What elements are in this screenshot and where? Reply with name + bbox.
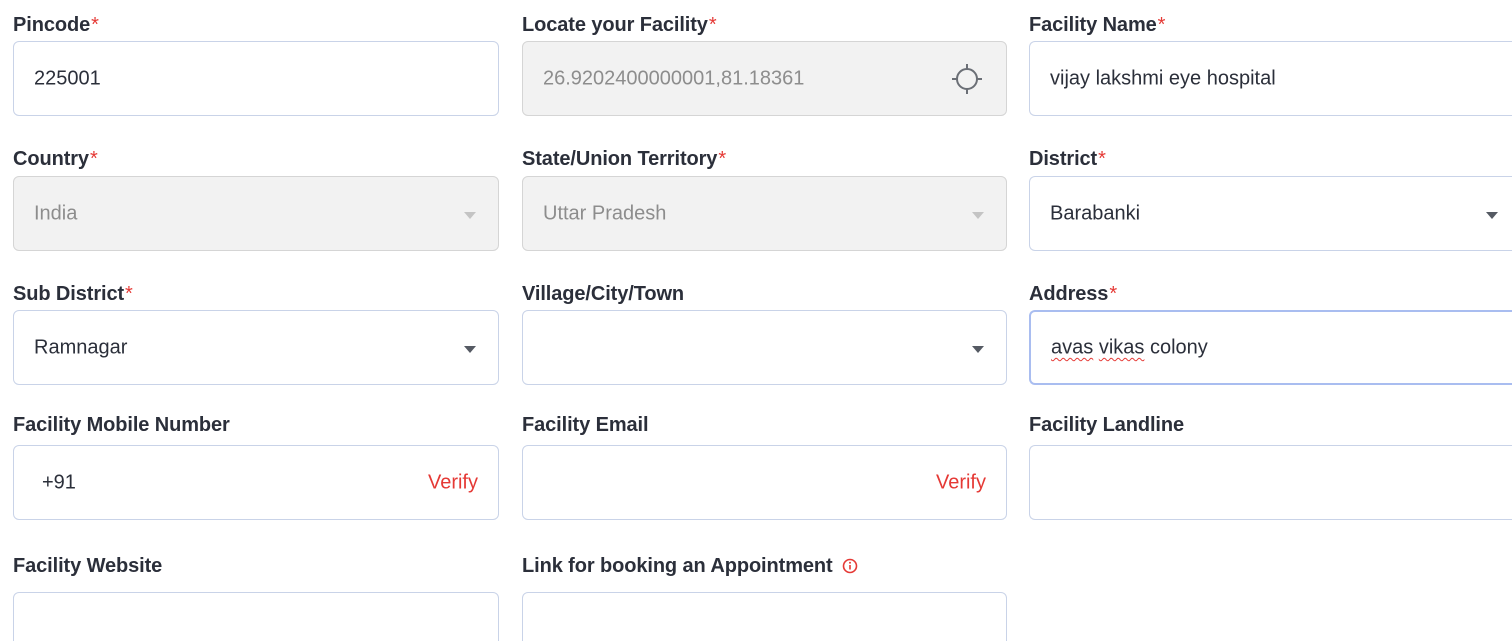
address-word-misspelled: avas bbox=[1051, 336, 1094, 358]
appointment-link-input[interactable] bbox=[522, 592, 1007, 641]
facility-name-value: vijay lakshmi eye hospital bbox=[1050, 67, 1276, 89]
email-label: Facility Email bbox=[522, 414, 649, 437]
facility-name-label-text: Facility Name bbox=[1029, 14, 1157, 36]
district-label: District* bbox=[1029, 148, 1106, 171]
sub-district-value: Ramnagar bbox=[34, 336, 128, 358]
sub-district-label: Sub District* bbox=[13, 283, 133, 306]
state-select[interactable]: Uttar Pradesh bbox=[522, 176, 1007, 251]
village-label-text: Village/City/Town bbox=[522, 283, 685, 305]
state-label: State/Union Territory* bbox=[522, 148, 726, 171]
facility-name-input[interactable]: vijay lakshmi eye hospital bbox=[1029, 41, 1512, 116]
crosshair-icon[interactable] bbox=[950, 62, 984, 96]
state-label-text: State/Union Territory bbox=[522, 148, 718, 170]
locate-facility-value: 26.9202400000001,81.18361 bbox=[543, 67, 805, 89]
email-label-text: Facility Email bbox=[522, 414, 649, 436]
required-mark: * bbox=[89, 148, 98, 170]
required-mark: * bbox=[1157, 14, 1166, 36]
required-mark: * bbox=[125, 283, 133, 305]
required-mark: * bbox=[718, 148, 727, 170]
pincode-input[interactable]: 225001 bbox=[13, 41, 499, 116]
website-label: Facility Website bbox=[13, 555, 162, 578]
country-select[interactable]: India bbox=[13, 176, 499, 251]
website-input[interactable] bbox=[13, 592, 499, 641]
pincode-label-text: Pincode bbox=[13, 14, 91, 36]
caret-down-icon bbox=[972, 345, 984, 353]
facility-details-form: Pincode* 225001 Locate your Facility* 26… bbox=[0, 0, 1512, 641]
address-word-misspelled: vikas bbox=[1098, 336, 1145, 358]
address-word: colony bbox=[1149, 336, 1208, 358]
mobile-input[interactable]: +91 Verify bbox=[13, 445, 499, 520]
pincode-value: 225001 bbox=[34, 67, 101, 89]
caret-down-icon bbox=[1486, 211, 1498, 219]
pincode-label: Pincode* bbox=[13, 14, 99, 37]
required-mark: * bbox=[1109, 283, 1118, 305]
address-label-text: Address bbox=[1029, 283, 1109, 305]
appointment-label: Link for booking an Appointment bbox=[522, 555, 858, 578]
country-label: Country* bbox=[13, 148, 98, 171]
mobile-label-text: Facility Mobile Number bbox=[13, 414, 230, 436]
sub-district-select[interactable]: Ramnagar bbox=[13, 310, 499, 385]
appointment-label-text: Link for booking an Appointment bbox=[522, 555, 833, 577]
landline-input[interactable] bbox=[1029, 445, 1512, 520]
country-value: India bbox=[34, 202, 78, 224]
landline-label-text: Facility Landline bbox=[1029, 414, 1184, 436]
address-input[interactable]: avas vikas colony bbox=[1029, 310, 1512, 385]
caret-down-icon bbox=[464, 345, 476, 353]
district-select[interactable]: Barabanki bbox=[1029, 176, 1512, 251]
address-label: Address* bbox=[1029, 283, 1117, 306]
required-mark: * bbox=[91, 14, 99, 36]
sub-district-label-text: Sub District bbox=[13, 283, 125, 305]
info-circle-icon[interactable] bbox=[842, 558, 858, 574]
required-mark: * bbox=[1098, 148, 1106, 170]
mobile-label: Facility Mobile Number bbox=[13, 414, 230, 437]
locate-facility-label-text: Locate your Facility bbox=[522, 14, 708, 36]
locate-facility-input[interactable]: 26.9202400000001,81.18361 bbox=[522, 41, 1007, 116]
facility-name-label: Facility Name* bbox=[1029, 14, 1165, 37]
state-value: Uttar Pradesh bbox=[543, 202, 667, 224]
caret-down-icon bbox=[972, 211, 984, 219]
district-value: Barabanki bbox=[1050, 202, 1141, 224]
caret-down-icon bbox=[464, 211, 476, 219]
district-label-text: District bbox=[1029, 148, 1098, 170]
address-value: avas vikas colony bbox=[1051, 336, 1208, 359]
website-label-text: Facility Website bbox=[13, 555, 163, 577]
mobile-verify-button[interactable]: Verify bbox=[428, 471, 478, 494]
country-label-text: Country bbox=[13, 148, 89, 170]
email-verify-button[interactable]: Verify bbox=[936, 471, 986, 494]
village-select[interactable] bbox=[522, 310, 1007, 385]
village-label: Village/City/Town bbox=[522, 283, 684, 306]
landline-label: Facility Landline bbox=[1029, 414, 1184, 437]
locate-facility-label: Locate your Facility* bbox=[522, 14, 717, 37]
email-input[interactable]: Verify bbox=[522, 445, 1007, 520]
required-mark: * bbox=[708, 14, 717, 36]
mobile-country-code: +91 bbox=[42, 471, 76, 493]
